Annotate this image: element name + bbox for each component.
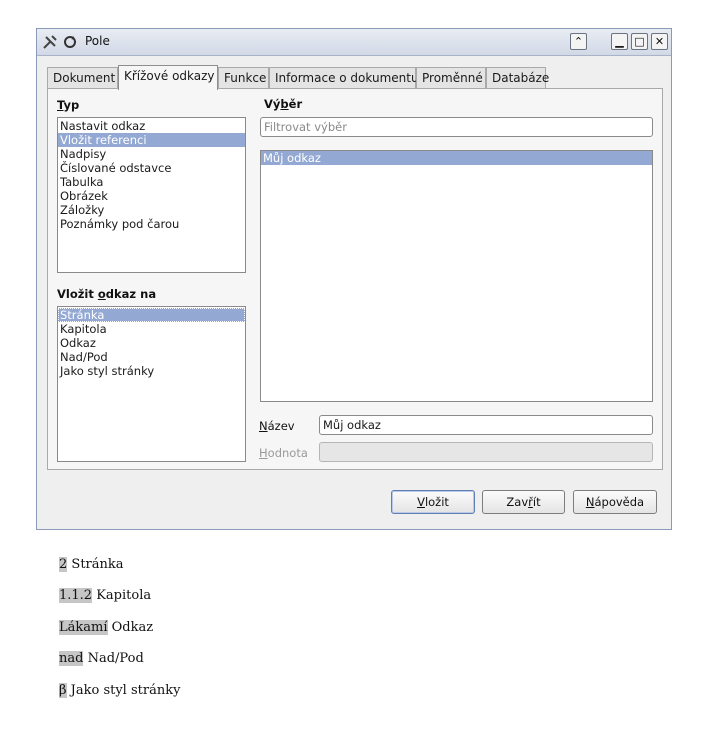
insert-button[interactable]: Vložit [391,490,475,514]
dialog-window: Pole ⌃ ▁ □ ✕ Dokument Křížové odkazy Fun… [36,28,672,530]
document-line-page-style: β Jako styl stránky [59,683,181,698]
shade-up-button[interactable]: ⌃ [570,33,587,50]
field-value[interactable]: Lákamí [59,620,108,635]
refresh-icon[interactable] [62,34,78,50]
list-item[interactable]: Číslované odstavce [58,161,245,175]
tab-informace-o-dokumentu[interactable]: Informace o dokumentu [269,67,419,89]
field-value[interactable]: 1.1.2 [59,588,93,603]
field-value[interactable]: β [59,683,67,698]
window-title: Pole [85,34,110,48]
close-window-button[interactable]: ✕ [651,33,668,50]
tab-krizove-odkazy[interactable]: Křížové odkazy [118,65,218,90]
list-item[interactable]: Můj odkaz [261,151,652,165]
selection-label: Výběr [264,97,303,111]
tab-funkce[interactable]: Funkce [218,67,269,89]
type-listbox[interactable]: Nastavit odkaz Vložit referenci Nadpisy … [57,117,246,273]
close-button[interactable]: Zavřít [482,490,565,514]
value-input [319,442,653,462]
list-item[interactable]: Záložky [58,203,245,217]
list-item[interactable]: Kapitola [58,322,245,336]
help-button[interactable]: Nápověda [573,490,657,514]
title-bar[interactable]: Pole ⌃ ▁ □ ✕ [37,29,671,56]
value-label: Hodnota [259,446,308,460]
field-value[interactable]: nad [59,651,84,666]
document-line-above-below: nad Nad/Pod [59,651,144,666]
minimize-button[interactable]: ▁ [611,33,628,50]
list-item[interactable]: Jako styl stránky [58,364,245,378]
list-item[interactable]: Nad/Pod [58,350,245,364]
app-tools-icon [42,34,58,50]
list-item[interactable]: Nadpisy [58,147,245,161]
tab-dokument[interactable]: Dokument [47,67,118,89]
list-item[interactable]: Odkaz [58,336,245,350]
list-item[interactable]: Stránka [58,308,245,322]
document-line-reference: Lákamí Odkaz [59,620,154,635]
list-item[interactable]: Tabulka [58,175,245,189]
list-item[interactable]: Nastavit odkaz [58,119,245,133]
type-label: Typ [57,98,80,112]
filter-selection-input[interactable] [260,117,653,137]
tab-panel: Typ Nastavit odkaz Vložit referenci Nadp… [47,88,663,470]
list-item[interactable]: Obrázek [58,189,245,203]
name-input[interactable] [319,415,653,435]
list-item[interactable]: Vložit referenci [58,133,245,147]
document-line-chapter: 1.1.2 Kapitola [59,588,152,603]
insert-reference-label: Vložit odkaz na [57,287,157,301]
document-line-page: 2 Stránka [59,557,124,572]
tab-promenne[interactable]: Proměnné [416,67,486,89]
maximize-button[interactable]: □ [631,33,648,50]
selection-listbox[interactable]: Můj odkaz [260,150,653,402]
name-label: Název [259,419,295,433]
tab-databaze[interactable]: Databáze [486,67,549,89]
list-item[interactable]: Poznámky pod čarou [58,217,245,231]
insert-reference-listbox[interactable]: Stránka Kapitola Odkaz Nad/Pod Jako styl… [57,306,246,462]
